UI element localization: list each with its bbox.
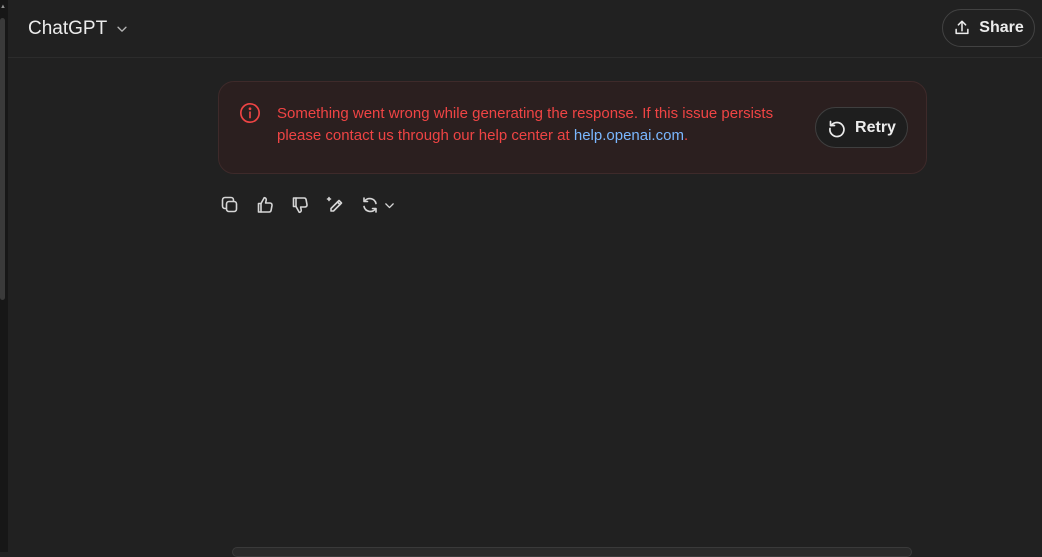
regenerate-icon-wrap: [358, 193, 382, 217]
sidebar-scroll-up-icon[interactable]: ▲: [0, 4, 6, 10]
good-response-button[interactable]: [253, 193, 277, 217]
model-name: ChatGPT: [28, 18, 108, 39]
share-icon: [955, 20, 969, 35]
bad-response-button[interactable]: [288, 193, 312, 217]
sidebar-scrollbar[interactable]: [0, 18, 5, 300]
message-actions: [218, 192, 396, 218]
error-suffix: .: [683, 127, 689, 144]
error-message: Something went wrong while generating th…: [277, 105, 774, 144]
retry-icon: [829, 120, 845, 137]
edit-in-canvas-button[interactable]: [323, 193, 347, 217]
regenerate-button[interactable]: [358, 193, 396, 217]
help-center-link[interactable]: help.openai.com: [574, 127, 684, 144]
thumbs-down-icon: [292, 197, 308, 214]
regenerate-icon: [363, 197, 377, 213]
chevron-down-icon: [117, 26, 127, 32]
retry-label: Retry: [855, 118, 896, 136]
share-button[interactable]: Share: [942, 9, 1035, 47]
thumbs-up-icon: [257, 196, 273, 213]
chevron-down-icon: [385, 202, 394, 208]
copy-button[interactable]: [218, 193, 242, 217]
retry-button[interactable]: Retry: [815, 107, 908, 148]
model-switcher[interactable]: ChatGPT: [20, 12, 137, 46]
composer-input-edge[interactable]: [232, 547, 912, 557]
copy-icon: [221, 196, 238, 213]
error-text: Something went wrong while generating th…: [277, 103, 807, 147]
share-label: Share: [979, 19, 1024, 36]
alert-circle-icon: [240, 103, 260, 123]
top-header: ChatGPT Share: [8, 0, 1042, 58]
edit-sparkle-icon: [326, 196, 343, 212]
error-message-box: Something went wrong while generating th…: [218, 81, 927, 174]
